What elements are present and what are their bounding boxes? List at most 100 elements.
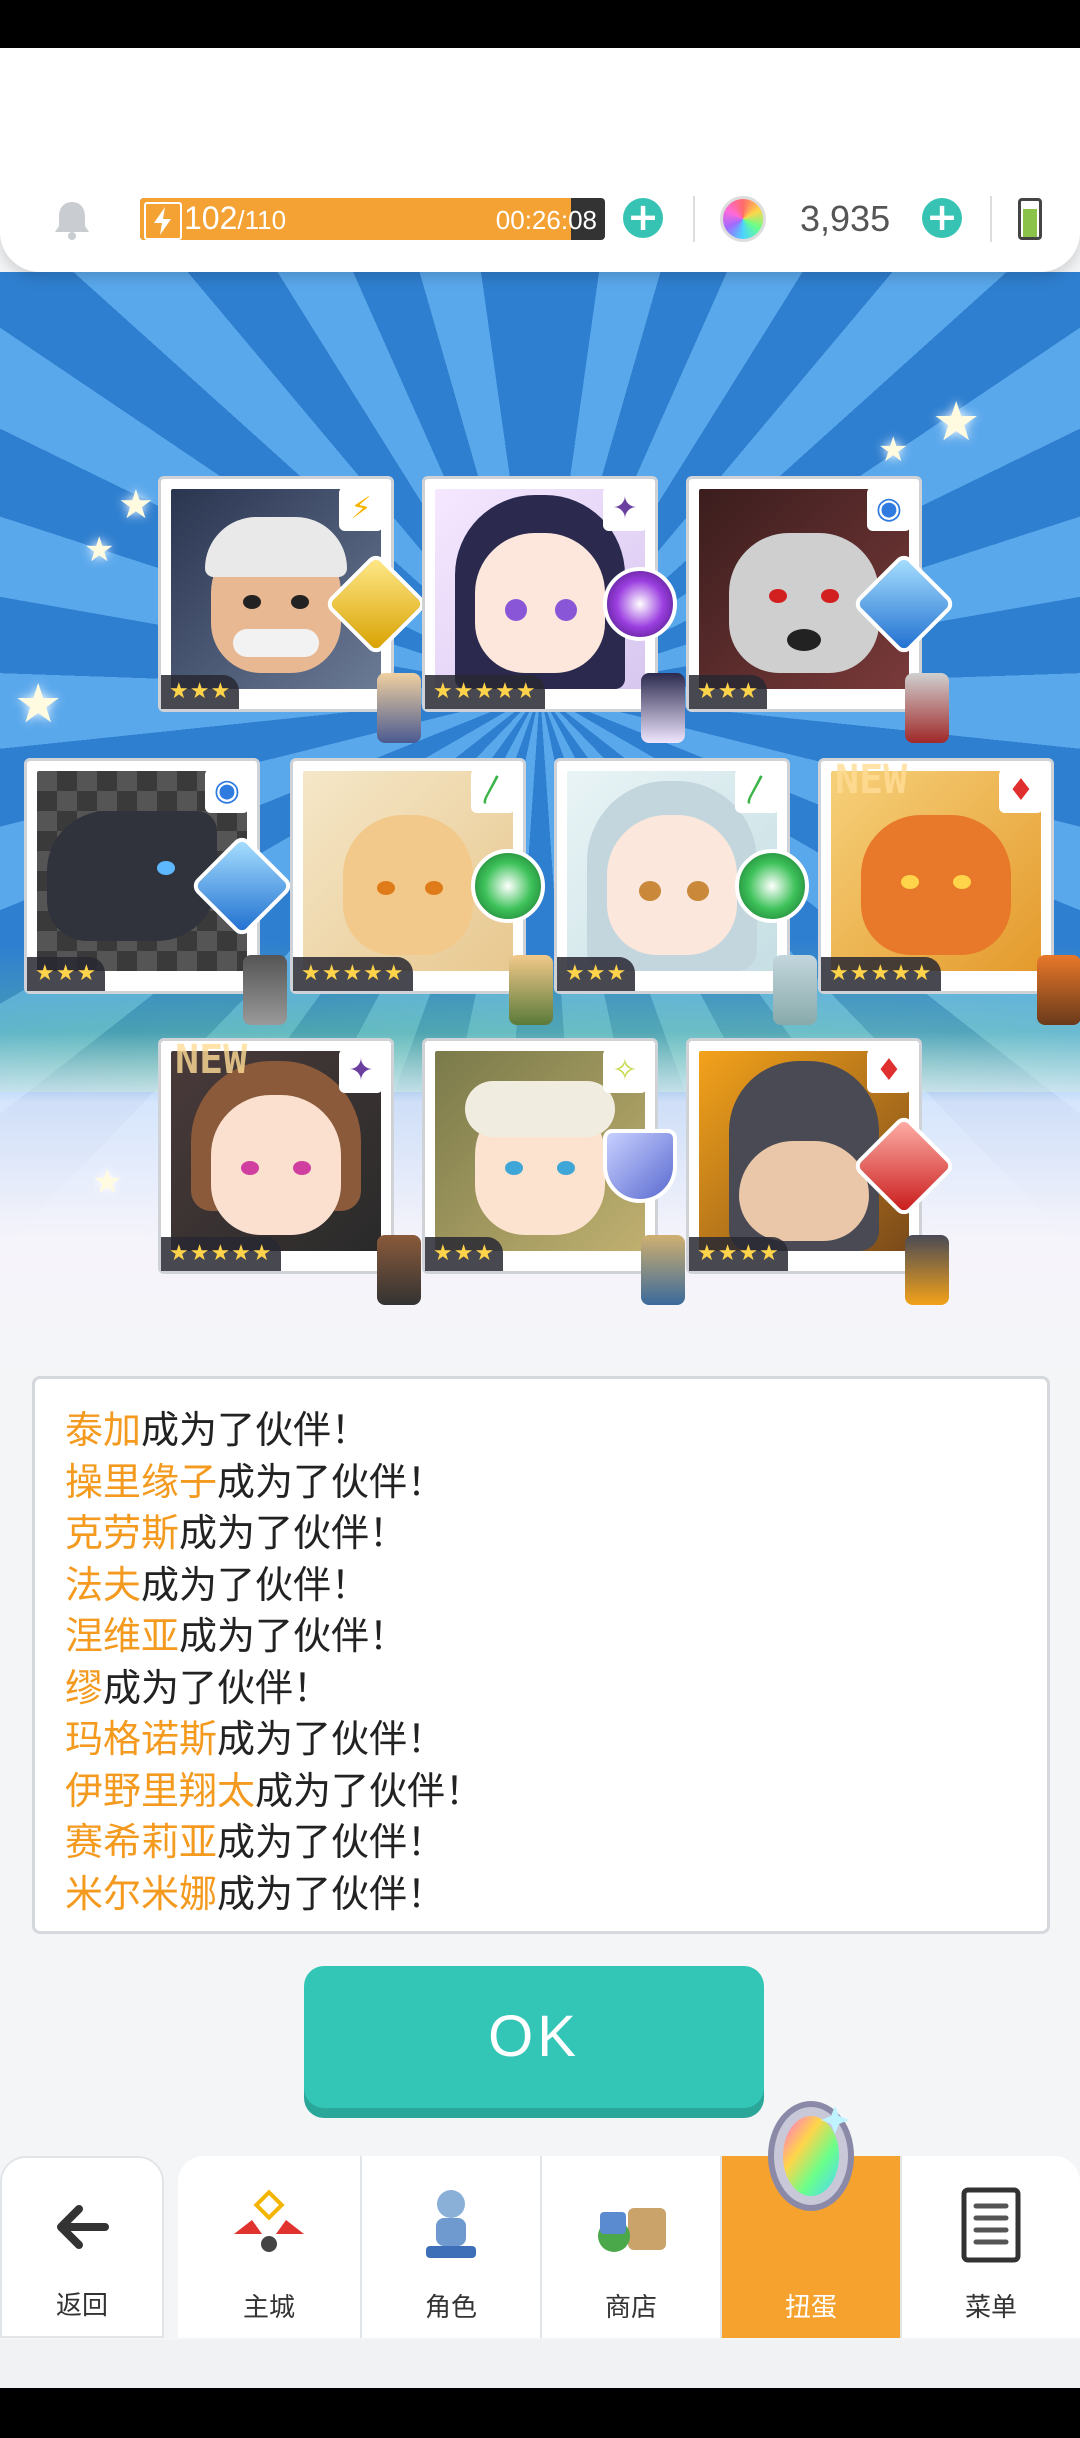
- rarity-stars: ★★★★★: [425, 675, 545, 709]
- dark-element-icon: ✦: [603, 487, 647, 531]
- sparkle-star-icon: ★: [118, 482, 154, 528]
- message-text: 成为了伙伴！: [179, 1614, 408, 1658]
- portrait-eye: [769, 589, 787, 603]
- gacha-mirror-icon: [751, 2096, 871, 2226]
- list-item: 涅维亚成为了伙伴！: [65, 1605, 407, 1660]
- fire-element-icon: ♦: [867, 1049, 911, 1093]
- character-name: 法夫: [65, 1563, 142, 1607]
- character-card[interactable]: ◉ ★★★: [24, 758, 295, 1025]
- nav-item-shop[interactable]: 商店: [542, 2156, 722, 2338]
- castle-icon: [226, 2182, 312, 2268]
- portrait-nose: [787, 629, 821, 651]
- stamina-current: 102: [184, 200, 238, 236]
- character-card[interactable]: NEW ✦ ★★★★★: [158, 1037, 421, 1305]
- portrait-eye: [953, 875, 971, 889]
- rarity-stars: ★★★: [425, 1237, 504, 1271]
- menu-list-icon: [948, 2182, 1034, 2268]
- list-item: 克劳斯成为了伙伴！: [65, 1502, 407, 1557]
- add-gems-button[interactable]: +: [922, 198, 962, 238]
- sparkle-star-icon: ★: [932, 390, 981, 453]
- stamina-bar: 102/110 00:26:08: [140, 198, 605, 240]
- list-item: 缪成为了伙伴！: [65, 1657, 331, 1712]
- bell-icon[interactable]: [50, 198, 94, 242]
- message-text: 成为了伙伴！: [217, 1460, 446, 1504]
- status-bar: [0, 0, 1080, 48]
- portrait-face: [465, 1081, 615, 1235]
- new-badge: NEW: [835, 757, 908, 803]
- arrow-left-icon: [39, 2184, 125, 2270]
- character-name: 操里缘子: [65, 1460, 218, 1504]
- portrait-eye: [821, 589, 839, 603]
- stamina-value: 102/110: [184, 200, 286, 237]
- back-button[interactable]: 返回: [0, 2156, 164, 2338]
- rarity-stars: ★★★: [557, 957, 636, 991]
- portrait-eye: [901, 875, 919, 889]
- character-name: 克劳斯: [65, 1511, 180, 1555]
- character-label: 角色: [424, 2293, 477, 2323]
- character-card[interactable]: NEW ♦ ★★★★★: [818, 757, 1080, 1025]
- character-name: 赛希莉亚: [65, 1820, 218, 1864]
- pixel-sprite-icon: [509, 955, 553, 1025]
- character-card[interactable]: ✧ ★★★: [422, 1038, 685, 1305]
- portrait-eye: [687, 881, 709, 901]
- nav-item-character[interactable]: 角色: [362, 2156, 542, 2338]
- portrait-hair: [205, 517, 347, 577]
- character-card[interactable]: ✦ ★★★★★: [422, 476, 693, 743]
- nav-item-menu[interactable]: 菜单: [902, 2156, 1080, 2338]
- gem-icon: [720, 196, 766, 242]
- rarity-stars: ★★★: [161, 675, 240, 709]
- character-statue-icon: [408, 2182, 494, 2268]
- character-card[interactable]: 〳 ★★★: [554, 758, 825, 1025]
- character-card[interactable]: ♦ ★★★★: [686, 1038, 957, 1305]
- nav-item-main[interactable]: 主城: [178, 2156, 362, 2338]
- list-item: 米尔米娜成为了伙伴！: [65, 1863, 445, 1918]
- resource-bar: 102/110 00:26:08 + 3,935 +: [0, 48, 1080, 272]
- pixel-sprite-icon: [905, 673, 949, 743]
- character-name: 米尔米娜: [65, 1872, 218, 1916]
- character-card[interactable]: 〳 ★★★★★: [290, 758, 561, 1025]
- character-name: 伊野里翔太: [65, 1769, 256, 1813]
- gems-count: 3,935: [800, 198, 891, 239]
- ok-button[interactable]: OK: [304, 1966, 764, 2108]
- stamina-max: /110: [237, 205, 287, 235]
- portrait-eye: [377, 881, 395, 895]
- rarity-stars: ★★★: [689, 675, 768, 709]
- app-screen: ★ ★ ★ ★ ★ ★ ⚡ ★★★ ✦ ★★★★★ ◉ ★★★ ◉ ★★★ 〳 …: [0, 48, 1080, 2388]
- shop-label: 商店: [604, 2293, 657, 2323]
- pixel-sprite-icon: [1037, 955, 1080, 1025]
- portrait-mustache: [233, 629, 319, 657]
- main-label: 主城: [242, 2293, 295, 2323]
- character-name: 泰加: [65, 1408, 142, 1452]
- list-item: 玛格诺斯成为了伙伴！: [65, 1708, 445, 1763]
- portrait-eye: [291, 595, 309, 609]
- message-text: 成为了伙伴！: [141, 1408, 370, 1452]
- pixel-sprite-icon: [377, 1235, 421, 1305]
- portrait-eye: [157, 861, 175, 875]
- message-text: 成为了伙伴！: [179, 1511, 408, 1555]
- portrait-face: [47, 811, 217, 941]
- stamina-timer: 00:26:08: [495, 205, 597, 235]
- character-card[interactable]: ⚡ ★★★: [158, 476, 429, 743]
- rarity-stars: ★★★★★: [161, 1237, 281, 1271]
- portrait-mask: [465, 1081, 615, 1137]
- portrait-face: [205, 517, 347, 673]
- fire-element-icon: ♦: [999, 769, 1043, 813]
- pixel-sprite-icon: [905, 1235, 949, 1305]
- portrait-eye: [241, 1161, 259, 1175]
- nav-item-gacha[interactable]: 扭蛋: [722, 2101, 902, 2338]
- portrait-eye: [639, 881, 661, 901]
- reward-stage: ★ ★ ★ ★ ★ ★ ⚡ ★★★ ✦ ★★★★★ ◉ ★★★ ◉ ★★★ 〳 …: [0, 272, 1080, 1382]
- list-item: 法夫成为了伙伴！: [65, 1554, 369, 1609]
- water-element-icon: ◉: [205, 769, 249, 813]
- portrait-face: [211, 1095, 341, 1235]
- list-item: 泰加成为了伙伴！: [65, 1399, 369, 1454]
- message-text: 成为了伙伴！: [217, 1872, 446, 1916]
- message-text: 成为了伙伴！: [217, 1717, 446, 1761]
- character-card[interactable]: ◉ ★★★: [686, 476, 957, 743]
- portrait-eye: [505, 599, 527, 621]
- wind-element-icon: 〳: [735, 769, 779, 813]
- shield-crystal-icon: [603, 1129, 677, 1203]
- dark-element-icon: ✦: [339, 1049, 383, 1093]
- add-stamina-button[interactable]: +: [623, 198, 663, 238]
- result-message-list[interactable]: 泰加成为了伙伴！ 操里缘子成为了伙伴！ 克劳斯成为了伙伴！ 法夫成为了伙伴！ 涅…: [32, 1376, 1050, 1934]
